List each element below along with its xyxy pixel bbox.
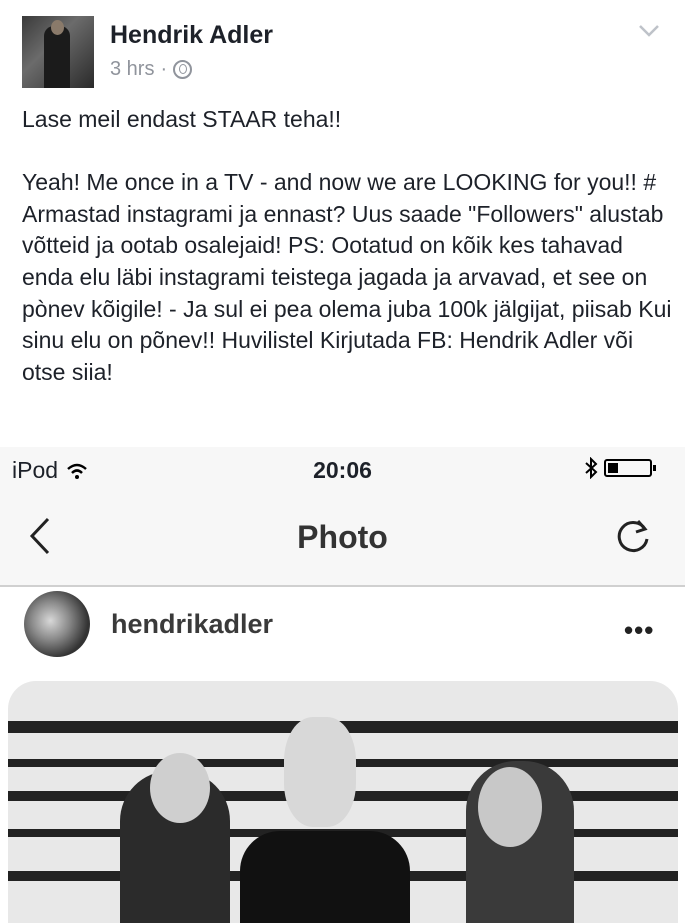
instagram-username[interactable]: hendrikadler bbox=[111, 609, 273, 640]
author-avatar[interactable] bbox=[22, 16, 94, 88]
author-name[interactable]: Hendrik Adler bbox=[110, 21, 273, 50]
instagram-post-header: hendrikadler ••• bbox=[0, 587, 685, 681]
more-options-icon[interactable]: ••• bbox=[624, 615, 654, 646]
meta-separator: · bbox=[160, 58, 168, 80]
avatar-head bbox=[51, 20, 64, 35]
photo-image bbox=[8, 681, 678, 923]
post-body: Lase meil endast STAAR teha!! Yeah! Me o… bbox=[22, 106, 672, 385]
avatar-figure bbox=[44, 26, 70, 88]
photo-person-center bbox=[240, 831, 410, 923]
attached-screenshot[interactable]: iPod 20:06 Photo hendrikadler ••• bbox=[0, 447, 685, 923]
nav-bar: Photo bbox=[0, 493, 685, 587]
battery-icon bbox=[604, 459, 656, 477]
photo-face-right bbox=[478, 767, 542, 847]
nav-title: Photo bbox=[297, 519, 388, 555]
photo-face-center bbox=[284, 717, 356, 827]
post-meta: 3 hrs · bbox=[110, 58, 193, 81]
globe-icon[interactable] bbox=[173, 60, 193, 79]
post-header: Hendrik Adler 3 hrs · bbox=[0, 0, 685, 100]
status-bar: iPod 20:06 bbox=[0, 447, 685, 493]
instagram-avatar[interactable] bbox=[24, 591, 90, 657]
bluetooth-icon bbox=[585, 457, 598, 479]
status-right bbox=[584, 457, 656, 479]
photo-face-left bbox=[150, 753, 210, 823]
status-time: 20:06 bbox=[313, 457, 372, 483]
post-time[interactable]: 3 hrs bbox=[110, 58, 154, 81]
chevron-down-icon[interactable] bbox=[638, 24, 660, 38]
instagram-photo[interactable] bbox=[0, 681, 685, 923]
refresh-icon[interactable] bbox=[612, 515, 654, 557]
